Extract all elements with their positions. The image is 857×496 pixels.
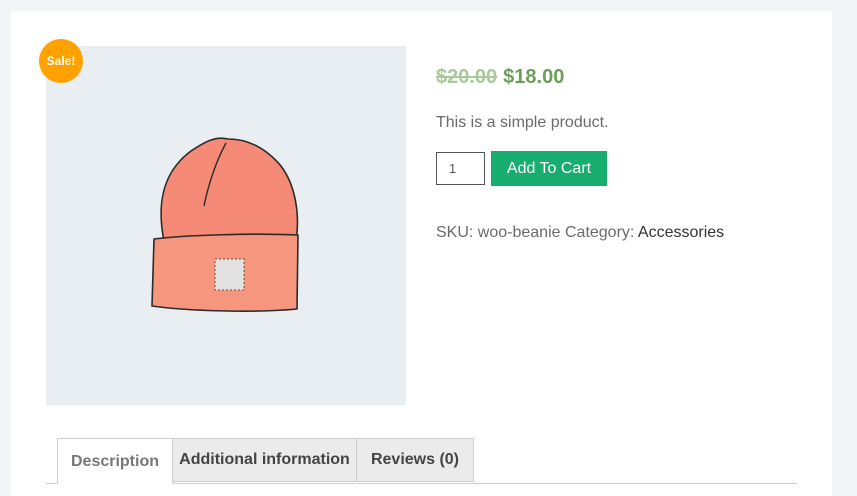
- short-description: This is a simple product.: [436, 114, 609, 131]
- add-to-cart-form: Add To Cart: [436, 151, 607, 186]
- product-tabs: Description Additional information Revie…: [46, 438, 797, 484]
- product-card: Sale! $20.00 $18.00 This is a simple prod…: [11, 11, 832, 496]
- price: $20.00 $18.00: [436, 66, 564, 89]
- sale-badge: Sale!: [39, 39, 83, 83]
- product-image[interactable]: [46, 46, 406, 405]
- sku-value: woo-beanie: [477, 224, 561, 241]
- quantity-input[interactable]: [436, 152, 485, 185]
- regular-price: $20.00: [436, 66, 498, 88]
- sku-label: SKU:: [436, 224, 474, 241]
- category-link[interactable]: Accessories: [638, 224, 724, 241]
- add-to-cart-button[interactable]: Add To Cart: [491, 151, 607, 186]
- beanie-image: [151, 137, 299, 312]
- category-label: Category:: [564, 224, 635, 241]
- tab-description[interactable]: Description: [57, 438, 173, 484]
- tab-additional-information[interactable]: Additional information: [172, 438, 357, 482]
- sale-price: $18.00: [503, 66, 565, 88]
- tab-reviews[interactable]: Reviews (0): [356, 438, 474, 482]
- product-meta: SKU: woo-beanie Category: Accessories: [436, 224, 724, 242]
